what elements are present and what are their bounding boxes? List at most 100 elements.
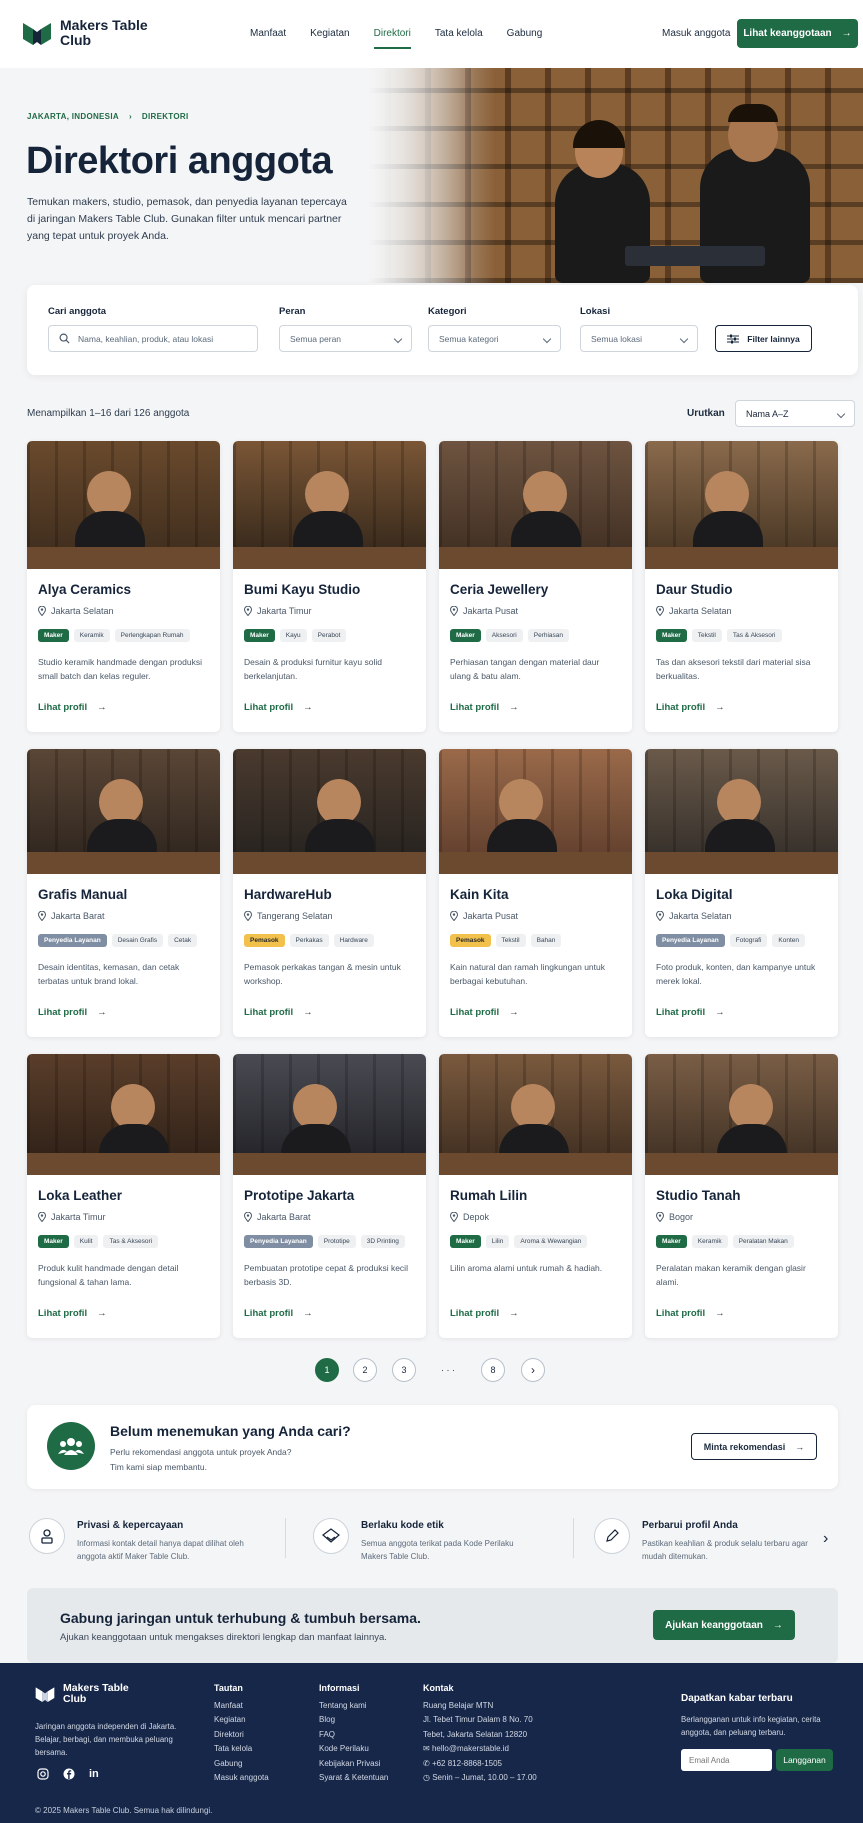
map-pin-icon xyxy=(656,606,664,616)
member-location: Jakarta Barat xyxy=(38,911,105,921)
view-profile-link[interactable]: Lihat profil → xyxy=(244,702,313,713)
footer-link[interactable]: Blog xyxy=(319,1713,388,1728)
linkedin-icon[interactable]: in xyxy=(89,1768,99,1783)
footer-link[interactable]: Direktori xyxy=(214,1728,269,1743)
nav-item-kegiatan[interactable]: Kegiatan xyxy=(310,28,349,49)
address-line: Tebet, Jakarta Selatan 12820 xyxy=(423,1729,528,1739)
nav-item-manfaat[interactable]: Manfaat xyxy=(250,28,286,49)
footer-logo[interactable]: Makers Table Club xyxy=(35,1683,133,1705)
divider xyxy=(285,1518,286,1558)
footer-link[interactable]: Manfaat xyxy=(214,1699,269,1714)
footer-link[interactable]: Kebijakan Privasi xyxy=(319,1757,388,1772)
contact-hours: Senin – Jumat, 10.00 – 17.00 xyxy=(432,1773,537,1782)
member-tags: Pemasok Tekstil Bahan xyxy=(450,934,562,947)
tag: Keramik xyxy=(73,629,110,642)
member-card[interactable]: Alya Ceramics Jakarta Selatan Maker Keram… xyxy=(27,441,220,732)
member-name[interactable]: Kain Kita xyxy=(450,887,509,902)
footer-link[interactable]: Tata kelola xyxy=(214,1742,269,1757)
member-card[interactable]: HardwareHub Tangerang Selatan Pemasok Per… xyxy=(233,749,426,1037)
member-tags: Penyedia Layanan Fotografi Konten xyxy=(656,934,805,947)
page-2-button[interactable]: 2 xyxy=(353,1358,377,1382)
tag: Fotografi xyxy=(729,934,768,947)
subscribe-button[interactable]: Langganan xyxy=(776,1749,833,1771)
arrow-right-icon: → xyxy=(841,28,852,39)
view-profile-link[interactable]: Lihat profil → xyxy=(450,1308,519,1319)
map-pin-icon xyxy=(656,1212,664,1222)
footer-link[interactable]: Kode Perilaku xyxy=(319,1742,388,1757)
view-profile-link[interactable]: Lihat profil → xyxy=(38,1308,107,1319)
nav-item-gabung[interactable]: Gabung xyxy=(507,28,543,49)
brand-logo[interactable]: Makers Table Club xyxy=(22,18,150,48)
page-3-button[interactable]: 3 xyxy=(392,1358,416,1382)
breadcrumb-location[interactable]: JAKARTA, INDONESIA xyxy=(27,112,119,121)
category-select[interactable]: Semua kategori xyxy=(428,325,561,352)
member-name[interactable]: Alya Ceramics xyxy=(38,582,131,597)
member-photo xyxy=(233,749,426,874)
view-profile-link[interactable]: Lihat profil → xyxy=(244,1007,313,1018)
view-profile-link[interactable]: Lihat profil → xyxy=(656,1308,725,1319)
logo-icon xyxy=(23,23,51,45)
facebook-icon[interactable] xyxy=(63,1768,75,1783)
member-tags: Pemasok Perkakas Hardware xyxy=(244,934,374,947)
view-profile-link[interactable]: Lihat profil → xyxy=(450,1007,519,1018)
view-profile-link[interactable]: Lihat profil → xyxy=(656,702,725,713)
member-card[interactable]: Bumi Kayu Studio Jakarta Timur Maker Kayu… xyxy=(233,441,426,732)
member-name[interactable]: Bumi Kayu Studio xyxy=(244,582,360,597)
member-name[interactable]: Loka Leather xyxy=(38,1188,122,1203)
member-card[interactable]: Prototipe Jakarta Jakarta Barat Penyedia… xyxy=(233,1054,426,1338)
member-name[interactable]: Prototipe Jakarta xyxy=(244,1188,354,1203)
member-card[interactable]: Studio Tanah Bogor Maker Keramik Peralatan… xyxy=(645,1054,838,1338)
page-8-button[interactable]: 8 xyxy=(481,1358,505,1382)
member-name[interactable]: HardwareHub xyxy=(244,887,332,902)
next-page-button[interactable]: › xyxy=(521,1358,545,1382)
member-card[interactable]: Grafis Manual Jakarta Barat Penyedia Lay… xyxy=(27,749,220,1037)
member-tags: Maker Lilin Aroma & Wewangian xyxy=(450,1235,588,1248)
member-card[interactable]: Daur Studio Jakarta Selatan Maker Tekstil… xyxy=(645,441,838,732)
member-photo xyxy=(233,441,426,569)
features-next-button[interactable]: › xyxy=(823,1530,828,1548)
view-profile-link[interactable]: Lihat profil → xyxy=(38,1007,107,1018)
newsletter-email-input[interactable] xyxy=(681,1749,772,1771)
sort-select[interactable]: Nama A–Z xyxy=(735,400,855,427)
tag: Konten xyxy=(772,934,805,947)
location-select[interactable]: Semua lokasi xyxy=(580,325,698,352)
tag: Lilin xyxy=(485,1235,510,1248)
view-profile-link[interactable]: Lihat profil → xyxy=(656,1007,725,1018)
membership-button[interactable]: Lihat keanggotaan → xyxy=(737,19,858,48)
page-1-button[interactable]: 1 xyxy=(315,1358,339,1382)
footer-link[interactable]: Masuk anggota xyxy=(214,1771,269,1786)
view-profile-link[interactable]: Lihat profil → xyxy=(450,702,519,713)
footer-link[interactable]: FAQ xyxy=(319,1728,388,1743)
footer-link[interactable]: Tentang kami xyxy=(319,1699,388,1714)
member-card[interactable]: Loka Digital Jakarta Selatan Penyedia La… xyxy=(645,749,838,1037)
member-name[interactable]: Daur Studio xyxy=(656,582,733,597)
member-card[interactable]: Ceria Jewellery Jakarta Pusat Maker Akses… xyxy=(439,441,632,732)
contact-email[interactable]: hello@makerstable.id xyxy=(432,1744,509,1753)
footer-link[interactable]: Kegiatan xyxy=(214,1713,269,1728)
login-link[interactable]: Masuk anggota xyxy=(662,28,730,39)
view-profile-link[interactable]: Lihat profil → xyxy=(244,1308,313,1319)
view-profile-link[interactable]: Lihat profil → xyxy=(38,702,107,713)
member-name[interactable]: Rumah Lilin xyxy=(450,1188,527,1203)
member-name[interactable]: Grafis Manual xyxy=(38,887,127,902)
request-recommendation-button[interactable]: Minta rekomendasi → xyxy=(691,1433,817,1460)
member-name[interactable]: Loka Digital xyxy=(656,887,733,902)
footer-link[interactable]: Syarat & Ketentuan xyxy=(319,1771,388,1786)
apply-membership-button[interactable]: Ajukan keanggotaan → xyxy=(653,1610,795,1640)
member-card[interactable]: Rumah Lilin Depok Maker Lilin Aroma & Wewa… xyxy=(439,1054,632,1338)
footer-link[interactable]: Gabung xyxy=(214,1757,269,1772)
member-location-text: Jakarta Barat xyxy=(257,1212,311,1222)
search-input[interactable]: Nama, keahlian, produk, atau lokasi xyxy=(48,325,258,352)
role-select[interactable]: Semua peran xyxy=(279,325,412,352)
nav-item-direktori[interactable]: Direktori xyxy=(373,28,411,49)
contact-phone[interactable]: +62 812-8868-1505 xyxy=(432,1759,502,1768)
tag: Perhiasan xyxy=(527,629,570,642)
member-name[interactable]: Studio Tanah xyxy=(656,1188,741,1203)
member-card[interactable]: Kain Kita Jakarta Pusat Pemasok Tekstil Ba… xyxy=(439,749,632,1037)
newsletter-title: Dapatkan kabar terbaru xyxy=(681,1693,793,1704)
more-filters-button[interactable]: Filter lainnya xyxy=(715,325,812,352)
instagram-icon[interactable] xyxy=(37,1768,49,1783)
member-name[interactable]: Ceria Jewellery xyxy=(450,582,548,597)
nav-item-tata-kelola[interactable]: Tata kelola xyxy=(435,28,483,49)
member-card[interactable]: Loka Leather Jakarta Timur Maker Kulit Tas… xyxy=(27,1054,220,1338)
